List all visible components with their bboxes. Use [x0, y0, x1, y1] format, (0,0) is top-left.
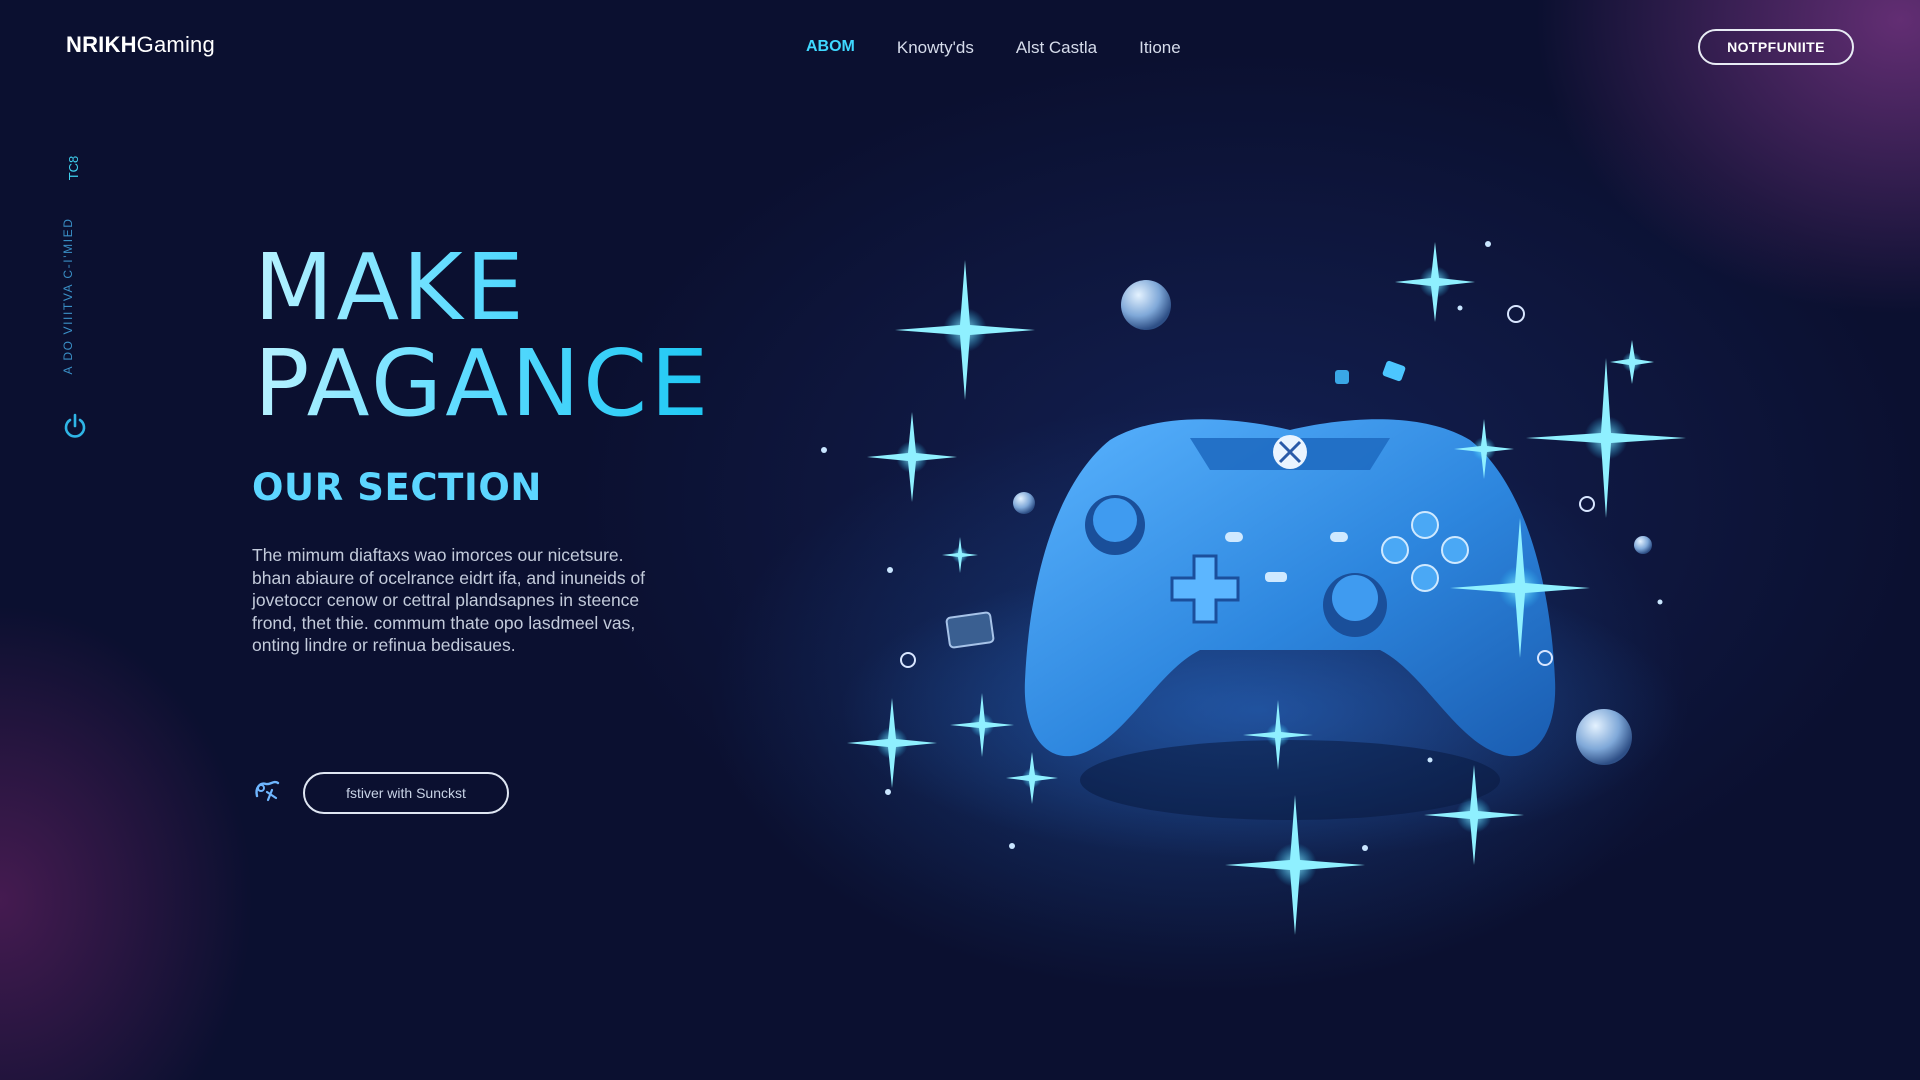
bubble-icon	[1576, 709, 1632, 765]
controller-scene	[821, 241, 1686, 935]
floating-cube	[1335, 370, 1349, 384]
bubble-icon	[1634, 536, 1652, 554]
hero-paragraph-line: bhan abiaure of ocelrance eidrt ifa, and…	[252, 567, 646, 588]
brand-name-bold: NRIKH	[66, 32, 137, 57]
bubble-icon	[1579, 496, 1595, 512]
nav-item-alst-castla[interactable]: Alst Castla	[1016, 38, 1097, 58]
hero-paragraph-line: jovetoccr cenow or cettral plandsapnes i…	[252, 590, 640, 610]
hero-paragraph-line: frond, thet thie. commum thate opo lasdm…	[252, 612, 636, 633]
floating-cube	[945, 611, 995, 649]
bubble-icon	[1013, 492, 1035, 514]
rail-top-label: TC8	[66, 155, 81, 181]
header-cta-button[interactable]: NOTPFUNIITE	[1698, 29, 1854, 65]
brand-logo[interactable]: NRIKHGaming	[66, 32, 215, 58]
bubble-icon	[1507, 305, 1525, 323]
sparkle-icon	[895, 260, 1035, 400]
sparkle-icon	[1526, 358, 1686, 518]
hero-paragraph-line: onting lindre or refinua bedisaues.	[252, 635, 516, 655]
section-title: OUR SECTION	[252, 466, 542, 509]
hero-paragraph: The mimum diaftaxs wao imorces our nicet…	[252, 544, 682, 657]
sparkle-icon	[1610, 340, 1654, 384]
nav-item-knowtyds[interactable]: Knowty'ds	[897, 38, 974, 58]
nav-item-abom[interactable]: ABOM	[806, 38, 855, 58]
brand-name-light: Gaming	[136, 32, 215, 57]
hero-title: MAKE PAGANCE	[254, 240, 711, 432]
hero-title-line-1: MAKE	[254, 234, 527, 341]
nav-item-itione[interactable]: Itione	[1139, 38, 1181, 58]
sparkle-icon	[1395, 242, 1475, 322]
sparkle-icon	[942, 537, 978, 573]
bubble-icon	[1121, 280, 1171, 330]
main-nav: ABOM Knowty'ds Alst Castla Itione	[806, 38, 1181, 58]
sparkle-icon	[867, 412, 957, 502]
power-icon[interactable]	[62, 412, 88, 440]
rail-vertical-text: A DO VIIITVA C-I'MIED	[61, 217, 75, 375]
gamepad-small-icon	[255, 780, 280, 802]
hero-title-line-2: PAGANCE	[254, 330, 712, 437]
hero-paragraph-line: The mimum diaftaxs wao imorces our nicet…	[252, 545, 624, 565]
hero-cta-button[interactable]: fstiver with Sunckst	[303, 772, 509, 814]
floating-cube	[1382, 360, 1406, 382]
